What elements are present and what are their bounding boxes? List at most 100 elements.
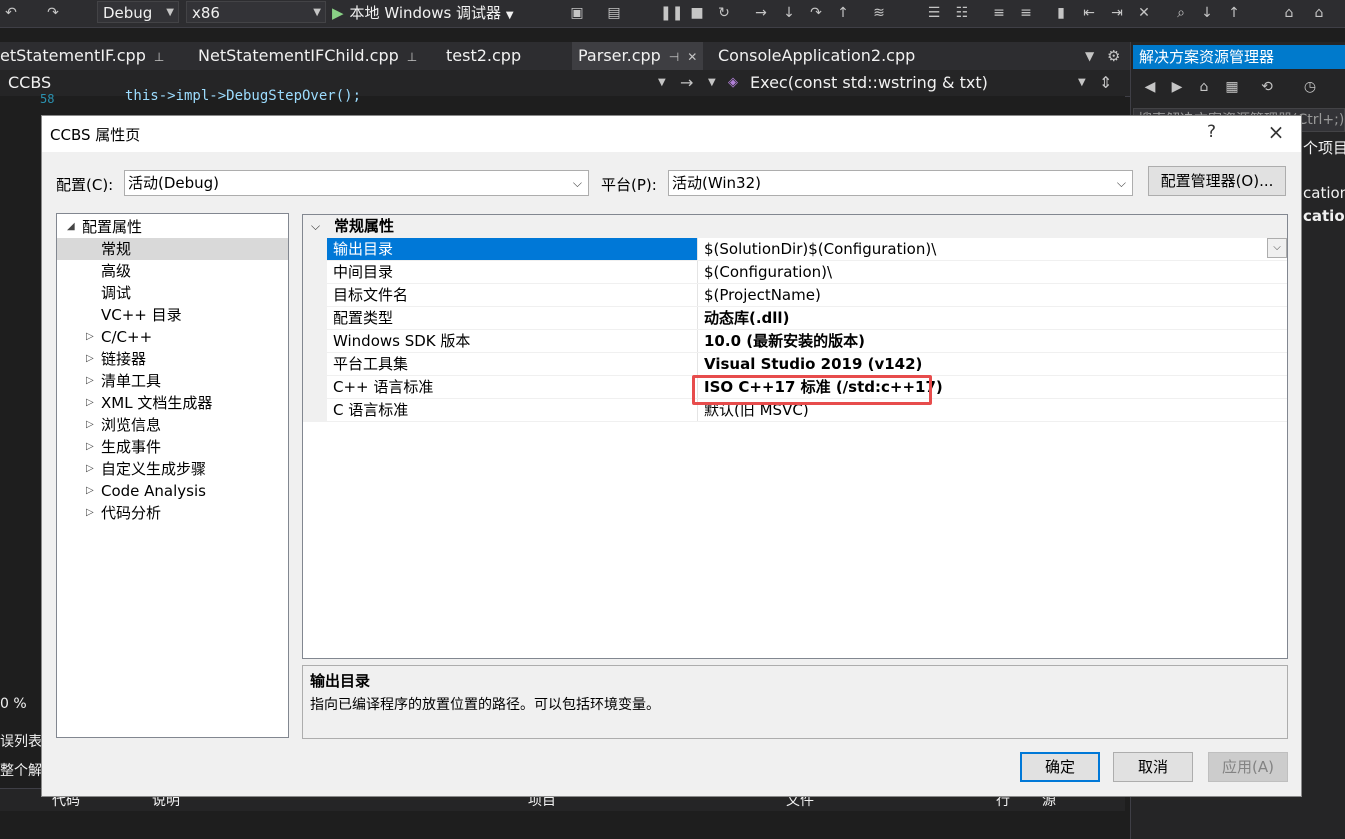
property-value[interactable]: $(SolutionDir)$(Configuration)\ [698, 238, 1287, 260]
tab-consoleapplication2[interactable]: ConsoleApplication2.cpp [718, 42, 915, 70]
back-icon[interactable]: ◀ [1141, 78, 1159, 96]
solution-tree-item[interactable]: cation [1303, 184, 1345, 202]
uncomment-icon[interactable]: ☷ [953, 4, 971, 22]
arrow-up-icon[interactable]: ↑ [1225, 4, 1243, 22]
pin-icon[interactable]: ⊣ [669, 50, 679, 64]
folder-icon[interactable]: ▣ [568, 4, 586, 22]
chevron-down-icon[interactable]: ⌵ [311, 215, 320, 238]
step-into-icon[interactable]: ↓ [780, 4, 798, 22]
collapsed-triangle-icon[interactable]: ▷ [86, 458, 94, 480]
tab-test2[interactable]: test2.cpp [446, 42, 521, 70]
property-value[interactable]: 10.0 (最新安装的版本) [698, 330, 1287, 352]
deploy-icon[interactable]: ⌂ [1310, 4, 1328, 22]
tree-item-advanced[interactable]: 高级 [57, 260, 288, 282]
find-icon[interactable]: ⌕ [1172, 4, 1190, 22]
expanded-triangle-icon[interactable]: ◢ [67, 216, 75, 238]
switch-view-icon[interactable]: ▦ [1223, 78, 1241, 96]
tree-item-configuration-properties[interactable]: ◢ 配置属性 [57, 216, 288, 238]
grid-row-target-name[interactable]: 目标文件名 $(ProjectName) [303, 284, 1287, 307]
gear-icon[interactable]: ⚙ [1107, 42, 1120, 70]
tree-item-linker[interactable]: ▷ 链接器 [57, 348, 288, 370]
history-icon[interactable]: ◷ [1301, 78, 1319, 96]
grid-row-intermediate-directory[interactable]: 中间目录 $(Configuration)\ [303, 261, 1287, 284]
chevron-down-icon[interactable]: ▼ [1078, 70, 1086, 96]
tree-item-code-analysis[interactable]: ▷ Code Analysis [57, 480, 288, 502]
indent-icon[interactable]: ≡ [990, 4, 1008, 22]
split-window-icon[interactable]: ⇕ [1099, 70, 1112, 96]
arrow-down-icon[interactable]: ↓ [1198, 4, 1216, 22]
grid-category-general[interactable]: ⌵ 常规属性 [303, 215, 1287, 238]
arrow-right-icon[interactable]: → [680, 70, 693, 96]
clear-bookmarks-icon[interactable]: ✕ [1135, 4, 1153, 22]
tab-list-dropdown-icon[interactable]: ▼ [1085, 42, 1094, 70]
tab-parser[interactable]: Parser.cpp ⊣ ✕ [572, 42, 704, 70]
ok-button[interactable]: 确定 [1020, 752, 1100, 782]
step-over-icon[interactable]: ↷ [807, 4, 825, 22]
home-icon[interactable]: ⌂ [1195, 78, 1213, 96]
solution-config-dropdown[interactable]: Debug ▼ [97, 1, 179, 23]
bookmark-icon[interactable]: ▮ [1052, 4, 1070, 22]
tree-item-xml-doc-generator[interactable]: ▷ XML 文档生成器 [57, 392, 288, 414]
tree-item-build-events[interactable]: ▷ 生成事件 [57, 436, 288, 458]
forward-icon[interactable]: ▶ [1168, 78, 1186, 96]
cancel-button[interactable]: 取消 [1113, 752, 1193, 782]
undo-icon[interactable]: ↶ [2, 4, 20, 22]
property-value[interactable]: $(ProjectName) [698, 284, 1287, 306]
pin-icon[interactable]: ⊥ [154, 50, 164, 64]
solution-tree-item[interactable]: cation [1303, 207, 1345, 225]
browser-icon[interactable]: ▤ [605, 4, 623, 22]
collapsed-triangle-icon[interactable]: ▷ [86, 348, 94, 370]
tab-netstatementifchild[interactable]: NetStatementIFChild.cpp ⊥ [198, 42, 417, 70]
tree-item-manifest-tool[interactable]: ▷ 清单工具 [57, 370, 288, 392]
hot-reload-icon[interactable]: ≋ [870, 4, 888, 22]
tree-item-c-cpp[interactable]: ▷ C/C++ [57, 326, 288, 348]
chevron-down-icon[interactable]: ▼ [658, 70, 666, 96]
chevron-down-icon[interactable]: ▼ [708, 70, 716, 96]
outdent-icon[interactable]: ≡ [1017, 4, 1035, 22]
chevron-down-icon[interactable]: ⌵ [1267, 238, 1287, 258]
grid-row-output-directory[interactable]: 输出目录 $(SolutionDir)$(Configuration)\ ⌵ [303, 238, 1287, 261]
collapsed-triangle-icon[interactable]: ▷ [86, 436, 94, 458]
code-line[interactable]: this->impl->DebugStepOver(); [125, 88, 361, 104]
configuration-manager-button[interactable]: 配置管理器(O)... [1148, 166, 1286, 196]
stop-icon[interactable]: ■ [688, 4, 706, 22]
tree-item-vc-directories[interactable]: VC++ 目录 [57, 304, 288, 326]
close-button[interactable]: × [1262, 120, 1290, 144]
member-dropdown[interactable]: Exec(const std::wstring & txt) [750, 70, 988, 96]
next-bookmark-icon[interactable]: ⇥ [1108, 4, 1126, 22]
tab-netstatementif[interactable]: etStatementIF.cpp ⊥ [0, 42, 164, 70]
restart-icon[interactable]: ↻ [715, 4, 733, 22]
redo-icon[interactable]: ↷ [44, 4, 62, 22]
collapsed-triangle-icon[interactable]: ▷ [86, 414, 94, 436]
solution-tree-item[interactable]: 个项目 [1303, 137, 1345, 158]
step-out-icon[interactable]: ↑ [834, 4, 852, 22]
prev-bookmark-icon[interactable]: ⇤ [1080, 4, 1098, 22]
collapsed-triangle-icon[interactable]: ▷ [86, 326, 94, 348]
collapsed-triangle-icon[interactable]: ▷ [86, 480, 94, 502]
grid-row-configuration-type[interactable]: 配置类型 动态库(.dll) [303, 307, 1287, 330]
tree-item-browse-information[interactable]: ▷ 浏览信息 [57, 414, 288, 436]
property-value[interactable]: 动态库(.dll) [698, 307, 1287, 329]
collapsed-triangle-icon[interactable]: ▷ [86, 370, 94, 392]
grid-row-windows-sdk-version[interactable]: Windows SDK 版本 10.0 (最新安装的版本) [303, 330, 1287, 353]
apply-button[interactable]: 应用(A) [1208, 752, 1288, 782]
close-icon[interactable]: ✕ [687, 50, 697, 64]
collapsed-triangle-icon[interactable]: ▷ [86, 502, 94, 524]
help-button[interactable]: ? [1207, 122, 1216, 142]
tree-item-debugging[interactable]: 调试 [57, 282, 288, 304]
tree-item-general[interactable]: 常规 [57, 238, 288, 260]
configuration-dropdown[interactable]: 活动(Debug) ⌵ [124, 170, 589, 196]
collapsed-triangle-icon[interactable]: ▷ [86, 392, 94, 414]
start-debugging-button[interactable]: ▶ 本地 Windows 调试器 ▼ [332, 2, 514, 24]
property-value[interactable]: Visual Studio 2019 (v142) [698, 353, 1287, 375]
solution-platform-dropdown[interactable]: x86 ▼ [186, 1, 326, 23]
build-icon[interactable]: ⌂ [1280, 4, 1298, 22]
error-scope-dropdown[interactable]: 整个解 [0, 760, 42, 780]
pin-icon[interactable]: ⊥ [407, 50, 417, 64]
platform-dropdown[interactable]: 活动(Win32) ⌵ [668, 170, 1133, 196]
property-value[interactable]: $(Configuration)\ [698, 261, 1287, 283]
show-next-statement-icon[interactable]: → [752, 4, 770, 22]
pause-icon[interactable]: ❚❚ [660, 4, 683, 22]
tree-item-custom-build-step[interactable]: ▷ 自定义生成步骤 [57, 458, 288, 480]
tree-item-code-analysis-cn[interactable]: ▷ 代码分析 [57, 502, 288, 524]
